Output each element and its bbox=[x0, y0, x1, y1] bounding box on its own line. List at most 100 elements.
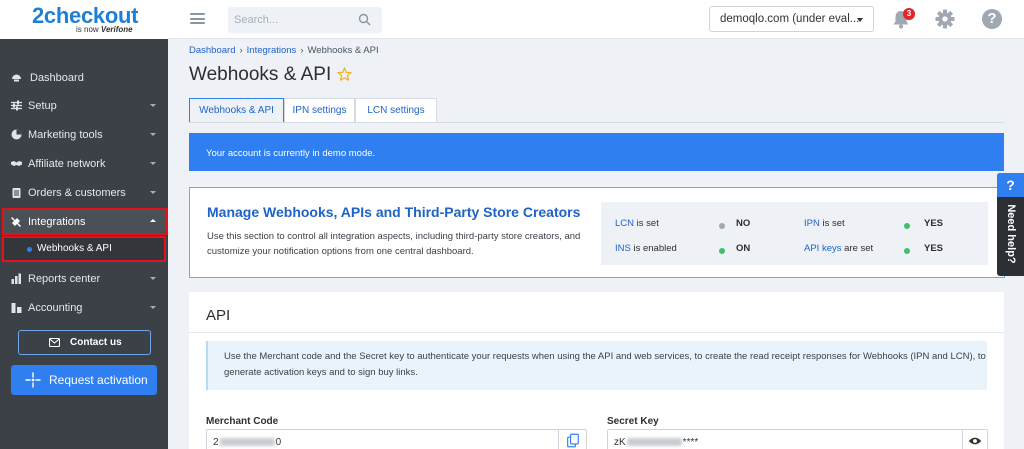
breadcrumb-dashboard[interactable]: Dashboard bbox=[189, 45, 235, 56]
sidebar-item-dashboard[interactable]: Dashboard bbox=[0, 64, 168, 92]
plug-icon bbox=[11, 217, 21, 227]
sidebar-item-setup[interactable]: Setup bbox=[0, 92, 168, 120]
tab-divider bbox=[189, 122, 1004, 123]
secret-key-suffix: **** bbox=[682, 437, 699, 448]
secret-key-prefix: zK bbox=[614, 437, 626, 448]
integration-status-panel: LCN is set NO IPN is set YES INS is enab… bbox=[601, 202, 988, 265]
logo-subtext: is now Verifone bbox=[76, 25, 133, 34]
mail-icon bbox=[49, 338, 60, 347]
redacted-value bbox=[626, 438, 682, 447]
need-help-label: Need help? bbox=[1005, 204, 1017, 264]
sidebar-item-label: Setup bbox=[28, 100, 57, 112]
status-lcn-value: NO bbox=[736, 218, 751, 229]
status-dot-icon bbox=[904, 223, 910, 229]
chevron-up-icon bbox=[150, 219, 156, 222]
help-question-icon: ? bbox=[997, 173, 1024, 197]
sidebar-item-orders-customers[interactable]: Orders & customers bbox=[0, 179, 168, 207]
eye-icon[interactable] bbox=[962, 429, 987, 449]
handshake-icon bbox=[11, 161, 22, 166]
redacted-value bbox=[219, 438, 275, 447]
search-icon[interactable] bbox=[358, 13, 371, 26]
tab-lcn-settings[interactable]: LCN settings bbox=[355, 98, 437, 122]
sidebar-item-affiliate-network[interactable]: Affiliate network bbox=[0, 150, 168, 178]
status-ins-text: is enabled bbox=[630, 243, 677, 254]
sidebar-item-label: Integrations bbox=[28, 216, 86, 228]
demo-mode-banner: Your account is currently in demo mode. bbox=[189, 133, 1004, 171]
sidebar-subitem-label: Webhooks & API bbox=[37, 243, 112, 254]
status-ipn-text: is set bbox=[819, 218, 845, 229]
contact-us-label: Contact us bbox=[70, 337, 122, 348]
breadcrumb-integrations[interactable]: Integrations bbox=[247, 45, 297, 56]
merchant-code-prefix: 2 bbox=[213, 437, 219, 448]
merchant-code-suffix: 0 bbox=[275, 437, 282, 448]
caret-down-icon bbox=[857, 18, 863, 22]
api-card: API Use the Merchant code and the Secret… bbox=[189, 292, 1004, 449]
merchant-code-label: Merchant Code bbox=[206, 416, 279, 427]
request-activation-button[interactable]: Request activation bbox=[11, 365, 157, 395]
sidebar-item-integrations[interactable]: Integrations bbox=[2, 208, 168, 235]
active-dot-icon bbox=[27, 247, 32, 252]
account-select-value: demoqlo.com (under eval... bbox=[720, 13, 860, 25]
dashboard-icon bbox=[12, 74, 21, 82]
status-lcn-text: is set bbox=[634, 218, 659, 229]
account-select[interactable]: demoqlo.com (under eval... bbox=[709, 6, 874, 32]
sidebar-item-marketing-tools[interactable]: Marketing tools bbox=[0, 121, 168, 149]
search-box bbox=[228, 7, 382, 33]
chevron-down-icon bbox=[150, 191, 156, 194]
menu-toggle-icon[interactable] bbox=[190, 13, 205, 24]
breadcrumb-separator-icon: › bbox=[300, 45, 304, 56]
status-ins-link[interactable]: INS bbox=[615, 243, 631, 254]
sidebar-subitem-webhooks-api[interactable]: Webhooks & API bbox=[2, 236, 166, 262]
chevron-down-icon bbox=[150, 162, 156, 165]
status-dot-icon bbox=[719, 248, 725, 254]
breadcrumb-separator-icon: › bbox=[239, 45, 243, 56]
divider bbox=[189, 332, 1004, 333]
status-api-keys-text: are set bbox=[841, 243, 874, 254]
api-info-box: Use the Merchant code and the Secret key… bbox=[206, 341, 987, 390]
copy-icon[interactable] bbox=[558, 429, 586, 449]
status-ins: INS is enabled bbox=[615, 243, 677, 254]
status-ipn: IPN is set bbox=[804, 218, 845, 229]
sidebar-item-accounting[interactable]: Accounting bbox=[0, 294, 168, 322]
request-activation-label: Request activation bbox=[49, 373, 148, 387]
status-dot-icon bbox=[719, 223, 725, 229]
sidebar-item-label: Reports center bbox=[28, 273, 101, 285]
sidebar-item-label: Affiliate network bbox=[28, 158, 106, 170]
search-input[interactable] bbox=[228, 7, 358, 33]
sidebar-item-label: Accounting bbox=[28, 302, 83, 314]
gear-icon[interactable] bbox=[935, 9, 955, 29]
status-ins-value: ON bbox=[736, 243, 751, 254]
sidebar-item-label: Orders & customers bbox=[28, 187, 126, 199]
status-lcn-link[interactable]: LCN bbox=[615, 218, 634, 229]
page-title: Webhooks & API bbox=[189, 64, 332, 85]
contact-us-button[interactable]: Contact us bbox=[18, 330, 151, 355]
status-ipn-value: YES bbox=[924, 218, 944, 229]
sidebar: Dashboard Setup Marketing tools Affiliat… bbox=[0, 39, 168, 449]
sidebar-item-label: Dashboard bbox=[30, 72, 84, 84]
status-dot-icon bbox=[904, 248, 910, 254]
secret-key-field[interactable]: zK **** bbox=[607, 429, 988, 449]
breadcrumb: Dashboard › Integrations › Webhooks & API bbox=[189, 45, 379, 56]
merchant-code-field[interactable]: 20 bbox=[206, 429, 587, 449]
favorite-star-icon[interactable] bbox=[337, 67, 352, 82]
tab-ipn-settings[interactable]: IPN settings bbox=[284, 98, 355, 122]
chevron-down-icon bbox=[150, 104, 156, 107]
api-section-title: API bbox=[206, 307, 231, 324]
sliders-icon bbox=[11, 100, 22, 111]
logo[interactable]: 2checkout is now Verifone bbox=[0, 0, 168, 39]
need-help-tab[interactable]: ? Need help? bbox=[997, 173, 1024, 276]
tab-webhooks-api[interactable]: Webhooks & API bbox=[189, 98, 284, 123]
top-bar: 2checkout is now Verifone demoqlo.com (u… bbox=[0, 0, 1024, 39]
breadcrumb-current: Webhooks & API bbox=[307, 45, 379, 56]
manage-description: Use this section to control all integrat… bbox=[207, 231, 581, 257]
bar-chart-icon bbox=[11, 273, 21, 284]
sidebar-item-label: Marketing tools bbox=[28, 129, 103, 141]
help-icon[interactable]: ? bbox=[982, 9, 1002, 29]
status-ipn-link[interactable]: IPN bbox=[804, 218, 820, 229]
activation-icon bbox=[25, 372, 41, 388]
clipboard-icon bbox=[12, 188, 21, 198]
sidebar-item-reports-center[interactable]: Reports center bbox=[0, 265, 168, 293]
status-api-keys-link[interactable]: API keys bbox=[804, 243, 842, 254]
notification-badge: 3 bbox=[903, 8, 915, 20]
status-lcn: LCN is set bbox=[615, 218, 659, 229]
